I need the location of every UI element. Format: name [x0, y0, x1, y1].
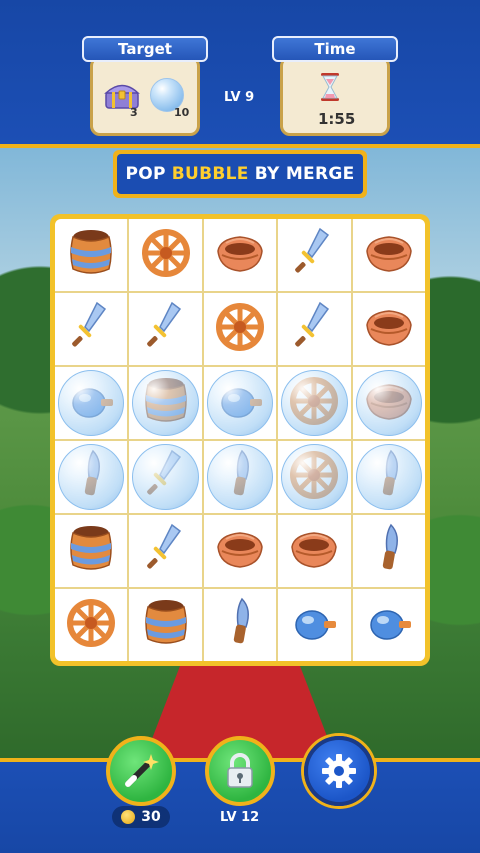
board-tile[interactable]: [129, 219, 202, 291]
sword-icon: [138, 299, 194, 359]
settings-button[interactable]: [304, 736, 374, 806]
knife-icon: [212, 447, 268, 507]
board-tile[interactable]: [352, 367, 425, 439]
chest-target-count: 3: [130, 106, 138, 119]
board-tile[interactable]: [203, 441, 277, 513]
board-tile[interactable]: [55, 441, 128, 513]
board-tile[interactable]: [129, 515, 202, 587]
board-tile[interactable]: [352, 219, 425, 291]
board-tile[interactable]: [203, 515, 277, 587]
target-label: Target: [82, 36, 208, 62]
board-tile[interactable]: [278, 515, 351, 587]
board-tile[interactable]: [203, 293, 277, 365]
gear-icon: [322, 754, 356, 788]
wheel-icon: [138, 225, 194, 285]
wheel-icon: [286, 447, 342, 507]
tile-grid: [55, 219, 425, 661]
coin-icon: [121, 810, 136, 824]
unlock-level: LV 12: [220, 810, 260, 825]
wheel-icon: [286, 373, 342, 433]
board-tile[interactable]: [278, 219, 351, 291]
banner-text-pre: POP: [125, 164, 166, 184]
locked-booster-button[interactable]: [205, 736, 275, 806]
bubble-target-count: 10: [174, 106, 190, 119]
bottle-icon: [212, 373, 268, 433]
board-tile[interactable]: [55, 589, 128, 661]
sword-icon: [138, 447, 194, 507]
board-tile[interactable]: [55, 515, 128, 587]
basket-icon: [361, 225, 417, 285]
magic-wand-icon: [125, 754, 159, 787]
hourglass-icon: [321, 73, 339, 101]
board-tile[interactable]: [352, 515, 425, 587]
level-indicator: LV 9: [224, 90, 255, 105]
board-tile[interactable]: [55, 219, 128, 291]
sword-icon: [286, 225, 342, 285]
board-tile[interactable]: [278, 293, 351, 365]
board-tile[interactable]: [203, 589, 277, 661]
board-tile[interactable]: [55, 367, 128, 439]
board-tile[interactable]: [129, 441, 202, 513]
board-tile[interactable]: [129, 589, 202, 661]
coin-amount: 30: [141, 809, 161, 825]
coin-counter: 30: [112, 806, 170, 828]
board-tile[interactable]: [278, 589, 351, 661]
bottle-icon: [286, 595, 342, 655]
sword-icon: [286, 299, 342, 359]
barrel-icon: [138, 373, 194, 433]
board-tile[interactable]: [129, 293, 202, 365]
knife-icon: [212, 595, 268, 655]
board-tile[interactable]: [278, 367, 351, 439]
basket-icon: [212, 225, 268, 285]
basket-icon: [361, 299, 417, 359]
barrel-icon: [63, 225, 119, 285]
objective-banner: POP BUBBLE BY MERGE: [113, 150, 367, 198]
time-label: Time: [272, 36, 398, 62]
countdown-timer: 1:55: [318, 110, 356, 128]
knife-icon: [361, 521, 417, 581]
basket-icon: [286, 521, 342, 581]
top-bar: [0, 0, 480, 148]
board-tile[interactable]: [278, 441, 351, 513]
knife-icon: [361, 447, 417, 507]
sword-icon: [138, 521, 194, 581]
board-tile[interactable]: [129, 367, 202, 439]
basket-icon: [361, 373, 417, 433]
wheel-icon: [212, 299, 268, 359]
board-tile[interactable]: [203, 219, 277, 291]
bottle-icon: [361, 595, 417, 655]
magic-wand-button[interactable]: [106, 736, 176, 806]
barrel-icon: [63, 521, 119, 581]
wheel-icon: [63, 595, 119, 655]
banner-text-highlight: BUBBLE: [171, 164, 249, 184]
banner-text-post: BY MERGE: [254, 164, 355, 184]
board-tile[interactable]: [203, 367, 277, 439]
board-tile[interactable]: [352, 441, 425, 513]
lock-icon: [227, 753, 253, 788]
board-tile[interactable]: [352, 589, 425, 661]
bottle-icon: [63, 373, 119, 433]
knife-icon: [63, 447, 119, 507]
basket-icon: [212, 521, 268, 581]
board-tile[interactable]: [352, 293, 425, 365]
board-tile[interactable]: [55, 293, 128, 365]
barrel-icon: [138, 595, 194, 655]
sword-icon: [63, 299, 119, 359]
game-board: [50, 214, 430, 666]
